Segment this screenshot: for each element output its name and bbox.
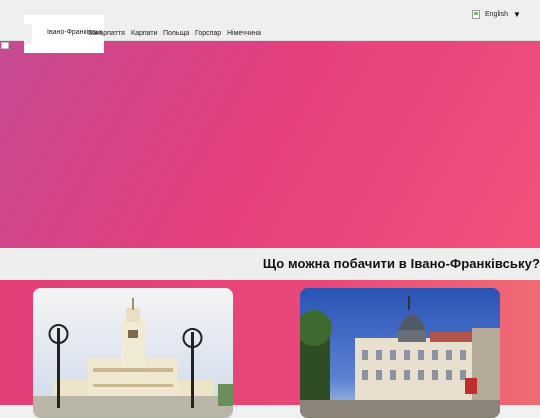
- nav-item-gorspar[interactable]: Горспар: [195, 30, 221, 38]
- street-photo: [300, 288, 500, 418]
- nav-item-nimechchyna[interactable]: Німеччина: [227, 30, 261, 38]
- broken-image-icon: [1, 42, 9, 49]
- attraction-card-street[interactable]: [300, 288, 500, 418]
- nav-item-karpaty[interactable]: Карпати: [131, 30, 158, 38]
- city-hall-photo: [33, 288, 233, 418]
- nav-item-polshcha[interactable]: Польща: [163, 30, 189, 38]
- language-selector[interactable]: English ▼: [472, 8, 521, 20]
- nav-item-ivano-frankivsk[interactable]: Івано-Франківськ: [47, 29, 102, 37]
- attraction-card-city-hall[interactable]: [33, 288, 233, 418]
- flag-icon: [472, 9, 480, 19]
- section-heading: Що можна побачити в Івано-Франківську?: [262, 256, 540, 271]
- chevron-down-icon: ▼: [512, 9, 521, 19]
- attractions-section: [0, 280, 540, 418]
- nav-item-zakarpattia[interactable]: Закарпаття: [88, 30, 125, 38]
- logo-notch: [24, 24, 32, 44]
- hero-banner: [0, 41, 540, 248]
- language-label: English: [485, 10, 508, 18]
- section-heading-band: Що можна побачити в Івано-Франківську?: [0, 249, 540, 280]
